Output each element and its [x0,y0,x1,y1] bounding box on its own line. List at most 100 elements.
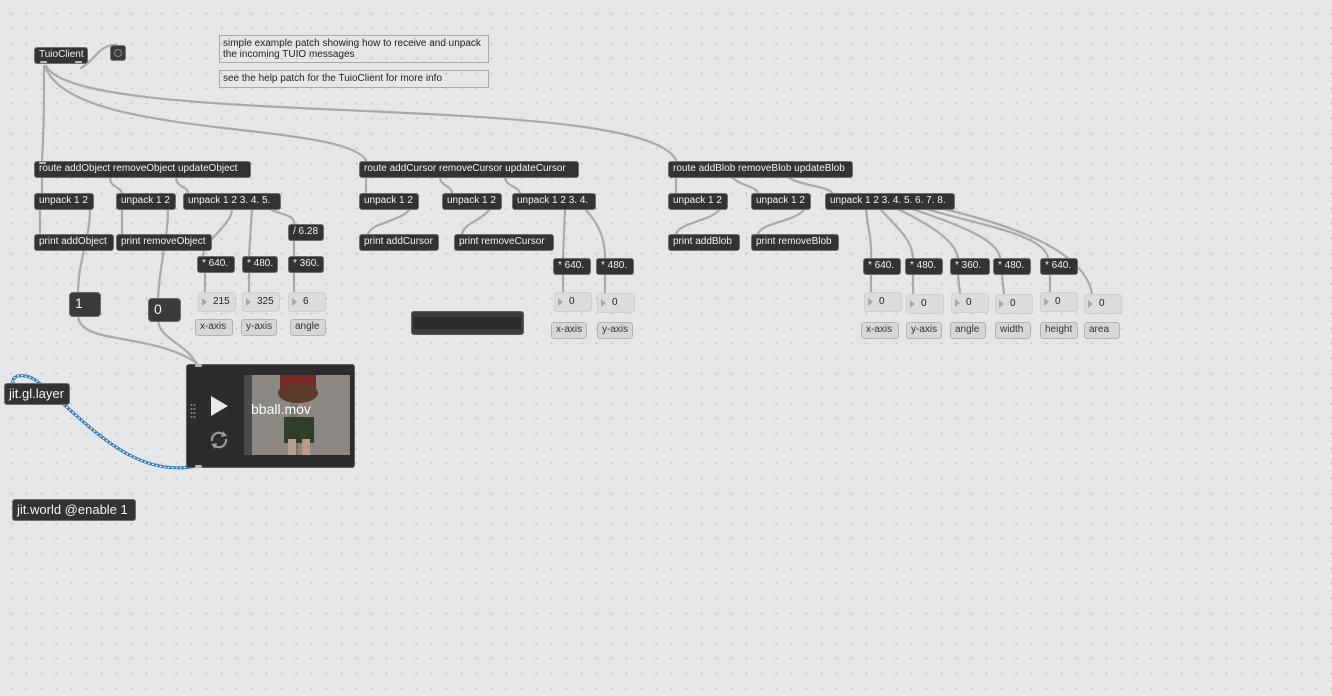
unpack-update-object[interactable]: unpack 1 2 3. 4. 5. [183,193,281,210]
route-cursor-messages[interactable]: route addCursor removeCursor updateCurso… [359,161,579,178]
divide-angle-object[interactable]: / 6.28 [288,224,324,241]
print-remove-cursor[interactable]: print removeCursor [454,234,554,251]
label-blob-area[interactable]: area [1084,322,1120,339]
print-add-cursor[interactable]: print addCursor [359,234,439,251]
print-add-object[interactable]: print addObject [34,234,114,251]
unpack-add-cursor[interactable]: unpack 1 2 [359,193,419,210]
label-y-axis-text: y-axis [246,321,273,332]
unpack-update-cursor[interactable]: unpack 1 2 3. 4. [512,193,596,210]
unpack-update-blob[interactable]: unpack 1 2 3. 4. 5. 6. 7. 8. [825,193,955,210]
label-blob-y-text: y-axis [911,324,938,335]
number-one-box[interactable]: 1 [69,292,101,317]
unpack-remove-blob[interactable]: unpack 1 2 [751,193,811,210]
unpack-remove-object[interactable]: unpack 1 2 [116,193,176,210]
number-box-y[interactable]: 325 [242,292,280,312]
print-add-cursor-label: print addCursor [364,236,433,247]
label-blob-height[interactable]: height [1040,322,1078,339]
number-box-blob-x[interactable]: 0 [864,292,902,312]
multiply-x-object[interactable]: * 640. [197,256,235,273]
movie-player[interactable]: bball.mov [186,364,355,468]
drag-handle-icon[interactable] [190,403,196,426]
number-arrow-icon [246,298,251,306]
number-box-blob-height[interactable]: 0 [1040,292,1078,312]
number-box-blob-y[interactable]: 0 [906,294,944,314]
movie-thumbnail: bball.mov [244,375,350,455]
route-blob-label: route addBlob removeBlob updateBlob [673,163,845,174]
unpack-remove-cursor[interactable]: unpack 1 2 [442,193,502,210]
print-add-blob[interactable]: print addBlob [668,234,740,251]
label-cursor-y-axis[interactable]: y-axis [597,322,633,339]
patch-cord [864,207,873,260]
comment-help: see the help patch for the TuioClient fo… [219,70,489,88]
multiply-angle-object[interactable]: * 360. [288,256,324,273]
play-icon[interactable] [209,395,229,422]
loop-icon[interactable] [208,429,230,456]
number-arrow-icon [202,298,207,306]
outlet[interactable] [40,61,47,63]
label-y-axis[interactable]: y-axis [241,319,277,336]
number-zero-box[interactable]: 0 [148,298,181,322]
multiply-blob-y-object[interactable]: * 480. [905,258,943,275]
multiply-y-object[interactable]: * 480. [242,256,278,273]
multiply-cursor-y-object[interactable]: * 480. [596,258,634,275]
print-remove-object[interactable]: print removeObject [116,234,212,251]
divide-angle-label: / 6.28 [293,226,319,237]
outlet[interactable] [195,465,202,468]
multiply-blob-width-object[interactable]: * 480. [993,258,1031,275]
number-box-angle[interactable]: 6 [288,292,326,312]
patch-cord [786,175,834,195]
jit-gl-layer-object[interactable]: jit.gl.layer [4,383,70,405]
unpack-update-blob-label: unpack 1 2 3. 4. 5. 6. 7. 8. [830,195,946,206]
patch-cord [956,273,962,296]
unpack-add-object[interactable]: unpack 1 2 [34,193,94,210]
multiply-blob-x-object[interactable]: * 640. [863,258,901,275]
patch-cord [730,175,760,195]
patch-cord [438,175,454,195]
multiply-angle-label: * 360. [293,258,320,269]
unpack-add-blob[interactable]: unpack 1 2 [668,193,728,210]
number-box-blob-area[interactable]: 0 [1084,294,1122,314]
label-blob-x-text: x-axis [866,324,893,335]
multiply-blob-x-label: * 640. [868,260,895,271]
tuioclient-object[interactable]: TuioClient [34,47,88,64]
number-box-cursor-x[interactable]: 0 [554,292,592,312]
patch-cords [11,43,1094,470]
patch-cord [156,207,170,300]
number-box-blob-width[interactable]: 0 [995,294,1033,314]
print-remove-blob[interactable]: print removeBlob [751,234,839,251]
number-cursor-y-value: 0 [612,297,618,308]
number-angle-value: 6 [303,296,309,307]
label-blob-angle[interactable]: angle [950,322,986,339]
route-object-messages[interactable]: route addObject removeObject updateObjec… [34,161,251,178]
label-x-axis[interactable]: x-axis [195,319,233,336]
label-angle[interactable]: angle [290,319,326,336]
route-object-label: route addObject removeObject updateObjec… [39,163,238,174]
unpack-update-object-label: unpack 1 2 3. 4. 5. [188,195,271,206]
toggle-button[interactable] [110,45,126,61]
number-cursor-x-value: 0 [569,296,575,307]
jit-world-label: jit.world @enable 1 [17,502,128,517]
label-x-axis-text: x-axis [200,321,227,332]
multiply-blob-height-object[interactable]: * 640. [1040,258,1078,275]
jit-world-object[interactable]: jit.world @enable 1 [12,499,136,521]
label-blob-y-axis[interactable]: y-axis [906,322,942,339]
unpack-remove-object-label: unpack 1 2 [121,195,170,206]
number-box-x[interactable]: 215 [198,292,236,312]
multiply-blob-angle-object[interactable]: * 360. [950,258,990,275]
horizontal-slider[interactable] [411,311,524,335]
multiply-cursor-y-label: * 480. [601,260,628,271]
label-blob-x-axis[interactable]: x-axis [861,322,899,339]
comment-help-text: see the help patch for the TuioClient fo… [223,73,443,84]
number-box-blob-angle[interactable]: 0 [951,293,989,313]
route-blob-messages[interactable]: route addBlob removeBlob updateBlob [668,161,853,178]
multiply-cursor-x-object[interactable]: * 640. [553,258,591,275]
number-box-cursor-y[interactable]: 0 [597,293,635,313]
comment-intro: simple example patch showing how to rece… [219,35,489,63]
patch-cord [942,207,1094,296]
inlet[interactable] [195,364,202,367]
outlet[interactable] [75,61,82,63]
inlet[interactable] [39,162,46,164]
label-blob-width[interactable]: width [995,322,1031,339]
label-cursor-x-text: x-axis [556,324,583,335]
label-cursor-x-axis[interactable]: x-axis [551,322,587,339]
